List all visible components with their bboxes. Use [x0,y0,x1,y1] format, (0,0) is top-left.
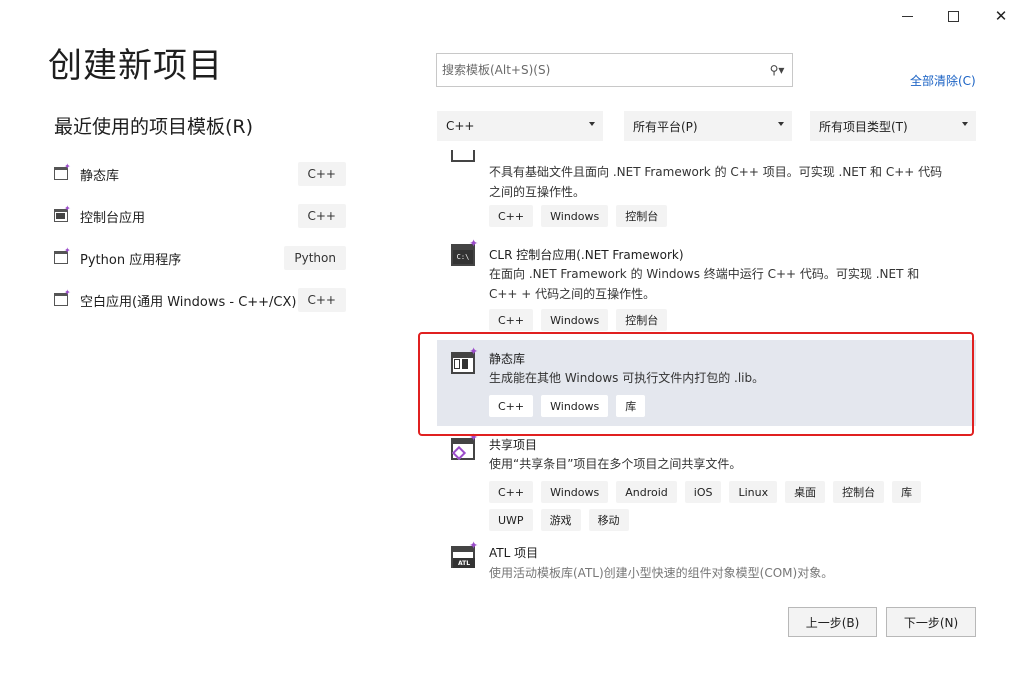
recent-item-python-app[interactable]: ✦ Python 应用程序 Python [54,244,346,272]
platform-filter-value: 所有平台(P) [633,119,698,134]
template-tag: 移动 [588,509,629,531]
next-button[interactable]: 下一步(N) [886,607,976,637]
template-item-static-library[interactable]: ✦ 静态库 生成能在其他 Windows 可执行文件内打包的 .lib。 C++… [437,340,976,426]
page-title: 创建新项目 [48,46,223,86]
platform-filter-dropdown[interactable]: 所有平台(P) [624,111,792,141]
template-tag: 游戏 [540,509,581,531]
chevron-down-icon [778,122,784,126]
recent-item-label: Python 应用程序 [80,252,182,268]
atl-project-icon: ATL ✦ [451,539,481,572]
recent-item-label: 控制台应用 [80,210,146,226]
close-icon: ✕ [994,6,1008,25]
template-search-box: ⚲▾ [436,53,793,87]
close-button[interactable]: ✕ [978,0,1024,32]
template-item-shared-project[interactable]: ✦ 共享项目 使用“共享条目”项目在多个项目之间共享文件。 C++ Window… [437,431,976,532]
template-description: 在面向 .NET Framework 的 Windows 终端中运行 C++ 代… [489,267,920,301]
template-tag: C++ [489,309,534,331]
template-tags: C++ Windows 控制台 [489,309,949,331]
recent-item-blank-uwp-app[interactable]: ✦ 空白应用(通用 Windows - C++/CX) C++ [54,286,346,314]
template-name: ATL 项目 [489,546,539,560]
recent-item-console-app[interactable]: ✦ 控制台应用 C++ [54,202,346,230]
minimize-button[interactable] [884,0,930,32]
recent-item-label: 空白应用(通用 Windows - C++/CX) [80,294,297,310]
template-description: 生成能在其他 Windows 可执行文件内打包的 .lib。 [489,371,765,385]
template-tags: C++ Windows 控制台 [489,205,949,227]
template-description: 使用“共享条目”项目在多个项目之间共享文件。 [489,457,742,471]
back-button[interactable]: 上一步(B) [788,607,877,637]
template-tag: C++ [489,205,534,227]
project-template-list[interactable]: 不具有基础文件且面向 .NET Framework 的 C++ 项目。可实现 .… [437,150,976,588]
template-tag: Android [616,481,677,503]
language-filter-dropdown[interactable]: C++ [437,111,603,141]
template-tag: Windows [541,309,609,331]
project-type-filter-dropdown[interactable]: 所有项目类型(T) [810,111,976,141]
template-tag: 控制台 [616,309,668,331]
chevron-down-icon [589,122,595,126]
template-tag: Windows [541,481,609,503]
recent-item-tag: Python [284,246,346,270]
clear-all-link[interactable]: 全部清除(C) [910,72,976,89]
template-item-clr-empty-project[interactable]: 不具有基础文件且面向 .NET Framework 的 C++ 项目。可实现 .… [437,150,976,232]
template-tag: 控制台 [833,481,885,503]
template-tag: Windows [541,205,609,227]
python-app-icon: ✦ [54,246,71,266]
recent-item-tag: C++ [297,204,346,228]
clr-console-app-icon: C:\ ✦ [451,237,481,270]
recent-templates-list: ✦ 静态库 C++ ✦ 控制台应用 C++ ✦ Python 应用程序 Pyth… [54,160,346,328]
project-type-filter-value: 所有项目类型(T) [819,119,908,134]
recent-templates-title: 最近使用的项目模板(R) [54,116,254,138]
template-tag: 库 [892,481,922,503]
template-tag: 桌面 [785,481,826,503]
template-item-atl-project[interactable]: ATL ✦ ATL 项目 使用活动模板库(ATL)创建小型快速的组件对象模型(CO… [437,539,976,588]
recent-item-label: 静态库 [80,168,120,184]
maximize-icon [947,10,959,22]
recent-item-static-library[interactable]: ✦ 静态库 C++ [54,160,346,188]
template-item-clr-console-app[interactable]: C:\ ✦ CLR 控制台应用(.NET Framework) 在面向 .NET … [437,237,976,332]
template-name: CLR 控制台应用(.NET Framework) [489,248,684,262]
minimize-icon [901,15,913,17]
clr-empty-project-icon [451,150,481,166]
language-filter-value: C++ [446,119,475,133]
recent-item-tag: C++ [297,288,346,312]
template-tag: Linux [729,481,778,503]
recent-item-tag: C++ [297,162,346,186]
template-description: 使用活动模板库(ATL)创建小型快速的组件对象模型(COM)对象。 [489,566,834,580]
search-icon[interactable]: ⚲▾ [762,54,792,86]
template-tags: C++ Windows Android iOS Linux 桌面 控制台 库 U… [489,481,949,531]
template-name: 静态库 [489,352,526,366]
template-tag: C++ [489,481,534,503]
template-description: 不具有基础文件且面向 .NET Framework 的 C++ 项目。可实现 .… [489,165,943,199]
blank-uwp-app-icon: ✦ [54,288,71,308]
template-tags: C++ Windows 库 [489,395,949,417]
template-tag: iOS [684,481,722,503]
static-library-icon: ✦ [451,345,481,378]
chevron-down-icon [962,122,968,126]
shared-project-icon: ✦ [451,431,481,464]
static-library-icon: ✦ [54,162,71,182]
template-tag: 库 [616,395,646,417]
template-name: 共享项目 [489,438,538,452]
template-tag: Windows [541,395,609,417]
maximize-button[interactable] [930,0,976,32]
template-tag: UWP [489,509,533,531]
search-input[interactable] [437,54,762,86]
template-tag: 控制台 [616,205,668,227]
template-tag: C++ [489,395,534,417]
console-app-icon: ✦ [54,204,71,224]
